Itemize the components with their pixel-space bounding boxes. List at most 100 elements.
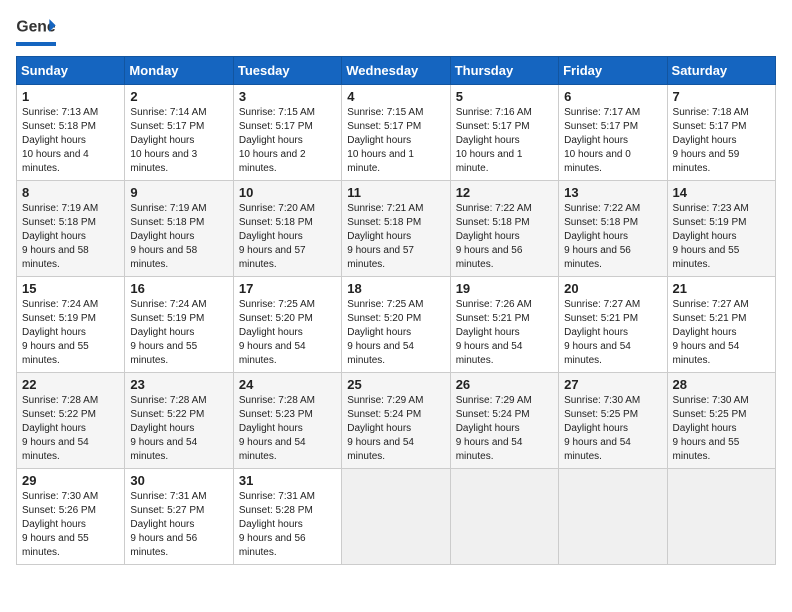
calendar-day-cell: 19 Sunrise: 7:26 AM Sunset: 5:21 PM Dayl… (450, 277, 558, 373)
day-info: Sunrise: 7:19 AM Sunset: 5:18 PM Dayligh… (22, 202, 119, 272)
calendar-day-cell: 2 Sunrise: 7:14 AM Sunset: 5:17 PM Dayli… (125, 85, 233, 181)
calendar-day-cell: 11 Sunrise: 7:21 AM Sunset: 5:18 PM Dayl… (342, 181, 450, 277)
day-number: 15 (22, 281, 119, 296)
calendar-day-cell: 31 Sunrise: 7:31 AM Sunset: 5:28 PM Dayl… (233, 469, 341, 565)
day-number: 27 (564, 377, 661, 392)
day-number: 4 (347, 89, 444, 104)
logo: General (16, 16, 56, 46)
calendar-day-cell: 13 Sunrise: 7:22 AM Sunset: 5:18 PM Dayl… (559, 181, 667, 277)
calendar-header-row: SundayMondayTuesdayWednesdayThursdayFrid… (17, 57, 776, 85)
calendar-day-cell: 26 Sunrise: 7:29 AM Sunset: 5:24 PM Dayl… (450, 373, 558, 469)
day-number: 8 (22, 185, 119, 200)
day-info: Sunrise: 7:30 AM Sunset: 5:26 PM Dayligh… (22, 490, 119, 560)
calendar-day-cell: 10 Sunrise: 7:20 AM Sunset: 5:18 PM Dayl… (233, 181, 341, 277)
day-info: Sunrise: 7:28 AM Sunset: 5:22 PM Dayligh… (130, 394, 227, 464)
calendar-day-cell: 1 Sunrise: 7:13 AM Sunset: 5:18 PM Dayli… (17, 85, 125, 181)
day-number: 1 (22, 89, 119, 104)
day-info: Sunrise: 7:29 AM Sunset: 5:24 PM Dayligh… (456, 394, 553, 464)
day-number: 25 (347, 377, 444, 392)
day-info: Sunrise: 7:25 AM Sunset: 5:20 PM Dayligh… (239, 298, 336, 368)
calendar-day-cell: 28 Sunrise: 7:30 AM Sunset: 5:25 PM Dayl… (667, 373, 775, 469)
calendar-day-cell: 30 Sunrise: 7:31 AM Sunset: 5:27 PM Dayl… (125, 469, 233, 565)
day-of-week-header: Saturday (667, 57, 775, 85)
day-number: 29 (22, 473, 119, 488)
calendar-day-cell (559, 469, 667, 565)
day-number: 20 (564, 281, 661, 296)
day-number: 2 (130, 89, 227, 104)
day-of-week-header: Sunday (17, 57, 125, 85)
day-info: Sunrise: 7:31 AM Sunset: 5:28 PM Dayligh… (239, 490, 336, 560)
calendar-week-row: 8 Sunrise: 7:19 AM Sunset: 5:18 PM Dayli… (17, 181, 776, 277)
day-of-week-header: Monday (125, 57, 233, 85)
day-info: Sunrise: 7:16 AM Sunset: 5:17 PM Dayligh… (456, 106, 553, 176)
day-info: Sunrise: 7:25 AM Sunset: 5:20 PM Dayligh… (347, 298, 444, 368)
calendar-day-cell: 17 Sunrise: 7:25 AM Sunset: 5:20 PM Dayl… (233, 277, 341, 373)
calendar-week-row: 15 Sunrise: 7:24 AM Sunset: 5:19 PM Dayl… (17, 277, 776, 373)
logo-icon: General (16, 16, 56, 38)
day-info: Sunrise: 7:17 AM Sunset: 5:17 PM Dayligh… (564, 106, 661, 176)
calendar-day-cell: 6 Sunrise: 7:17 AM Sunset: 5:17 PM Dayli… (559, 85, 667, 181)
calendar-day-cell: 22 Sunrise: 7:28 AM Sunset: 5:22 PM Dayl… (17, 373, 125, 469)
day-info: Sunrise: 7:14 AM Sunset: 5:17 PM Dayligh… (130, 106, 227, 176)
day-info: Sunrise: 7:24 AM Sunset: 5:19 PM Dayligh… (22, 298, 119, 368)
calendar-day-cell: 20 Sunrise: 7:27 AM Sunset: 5:21 PM Dayl… (559, 277, 667, 373)
day-number: 22 (22, 377, 119, 392)
day-info: Sunrise: 7:28 AM Sunset: 5:23 PM Dayligh… (239, 394, 336, 464)
day-number: 23 (130, 377, 227, 392)
calendar-day-cell: 3 Sunrise: 7:15 AM Sunset: 5:17 PM Dayli… (233, 85, 341, 181)
day-number: 11 (347, 185, 444, 200)
day-info: Sunrise: 7:18 AM Sunset: 5:17 PM Dayligh… (673, 106, 770, 176)
day-info: Sunrise: 7:15 AM Sunset: 5:17 PM Dayligh… (239, 106, 336, 176)
day-number: 5 (456, 89, 553, 104)
day-of-week-header: Tuesday (233, 57, 341, 85)
day-number: 14 (673, 185, 770, 200)
calendar-day-cell: 15 Sunrise: 7:24 AM Sunset: 5:19 PM Dayl… (17, 277, 125, 373)
day-number: 18 (347, 281, 444, 296)
day-number: 3 (239, 89, 336, 104)
calendar-week-row: 22 Sunrise: 7:28 AM Sunset: 5:22 PM Dayl… (17, 373, 776, 469)
calendar-day-cell: 18 Sunrise: 7:25 AM Sunset: 5:20 PM Dayl… (342, 277, 450, 373)
day-info: Sunrise: 7:27 AM Sunset: 5:21 PM Dayligh… (564, 298, 661, 368)
day-number: 6 (564, 89, 661, 104)
day-info: Sunrise: 7:13 AM Sunset: 5:18 PM Dayligh… (22, 106, 119, 176)
day-info: Sunrise: 7:24 AM Sunset: 5:19 PM Dayligh… (130, 298, 227, 368)
calendar-day-cell: 12 Sunrise: 7:22 AM Sunset: 5:18 PM Dayl… (450, 181, 558, 277)
day-number: 9 (130, 185, 227, 200)
day-of-week-header: Friday (559, 57, 667, 85)
calendar-day-cell: 14 Sunrise: 7:23 AM Sunset: 5:19 PM Dayl… (667, 181, 775, 277)
day-number: 24 (239, 377, 336, 392)
day-info: Sunrise: 7:19 AM Sunset: 5:18 PM Dayligh… (130, 202, 227, 272)
calendar-day-cell: 4 Sunrise: 7:15 AM Sunset: 5:17 PM Dayli… (342, 85, 450, 181)
day-info: Sunrise: 7:29 AM Sunset: 5:24 PM Dayligh… (347, 394, 444, 464)
calendar-day-cell: 27 Sunrise: 7:30 AM Sunset: 5:25 PM Dayl… (559, 373, 667, 469)
day-number: 7 (673, 89, 770, 104)
day-info: Sunrise: 7:30 AM Sunset: 5:25 PM Dayligh… (673, 394, 770, 464)
calendar-week-row: 1 Sunrise: 7:13 AM Sunset: 5:18 PM Dayli… (17, 85, 776, 181)
day-number: 28 (673, 377, 770, 392)
day-number: 30 (130, 473, 227, 488)
day-info: Sunrise: 7:26 AM Sunset: 5:21 PM Dayligh… (456, 298, 553, 368)
calendar-day-cell: 5 Sunrise: 7:16 AM Sunset: 5:17 PM Dayli… (450, 85, 558, 181)
calendar-day-cell: 24 Sunrise: 7:28 AM Sunset: 5:23 PM Dayl… (233, 373, 341, 469)
calendar-day-cell: 29 Sunrise: 7:30 AM Sunset: 5:26 PM Dayl… (17, 469, 125, 565)
calendar-day-cell: 7 Sunrise: 7:18 AM Sunset: 5:17 PM Dayli… (667, 85, 775, 181)
day-number: 19 (456, 281, 553, 296)
calendar-week-row: 29 Sunrise: 7:30 AM Sunset: 5:26 PM Dayl… (17, 469, 776, 565)
day-number: 17 (239, 281, 336, 296)
calendar-day-cell: 25 Sunrise: 7:29 AM Sunset: 5:24 PM Dayl… (342, 373, 450, 469)
day-info: Sunrise: 7:27 AM Sunset: 5:21 PM Dayligh… (673, 298, 770, 368)
day-number: 16 (130, 281, 227, 296)
calendar-day-cell: 16 Sunrise: 7:24 AM Sunset: 5:19 PM Dayl… (125, 277, 233, 373)
day-info: Sunrise: 7:20 AM Sunset: 5:18 PM Dayligh… (239, 202, 336, 272)
day-number: 31 (239, 473, 336, 488)
calendar-day-cell: 23 Sunrise: 7:28 AM Sunset: 5:22 PM Dayl… (125, 373, 233, 469)
day-number: 10 (239, 185, 336, 200)
calendar-day-cell (667, 469, 775, 565)
day-info: Sunrise: 7:22 AM Sunset: 5:18 PM Dayligh… (456, 202, 553, 272)
calendar-day-cell: 9 Sunrise: 7:19 AM Sunset: 5:18 PM Dayli… (125, 181, 233, 277)
calendar-day-cell (342, 469, 450, 565)
day-of-week-header: Thursday (450, 57, 558, 85)
day-info: Sunrise: 7:15 AM Sunset: 5:17 PM Dayligh… (347, 106, 444, 176)
day-number: 12 (456, 185, 553, 200)
calendar-day-cell: 21 Sunrise: 7:27 AM Sunset: 5:21 PM Dayl… (667, 277, 775, 373)
